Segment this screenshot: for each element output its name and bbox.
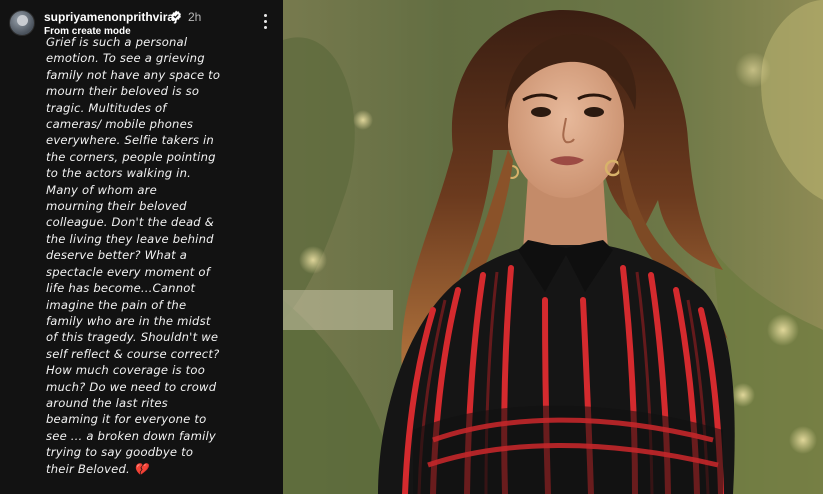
portrait-illustration bbox=[283, 0, 823, 494]
more-options-icon[interactable] bbox=[259, 14, 271, 32]
verified-badge-icon bbox=[171, 10, 181, 22]
story-timestamp: 2h bbox=[188, 10, 202, 24]
story-username[interactable]: supriyamenonprithviraj bbox=[44, 10, 177, 24]
avatar[interactable] bbox=[9, 10, 35, 36]
instagram-story-panel: supriyamenonprithviraj 2h From create mo… bbox=[0, 0, 283, 494]
story-text: Grief is such a personal emotion. To see… bbox=[46, 35, 221, 476]
portrait-photo bbox=[283, 0, 823, 494]
